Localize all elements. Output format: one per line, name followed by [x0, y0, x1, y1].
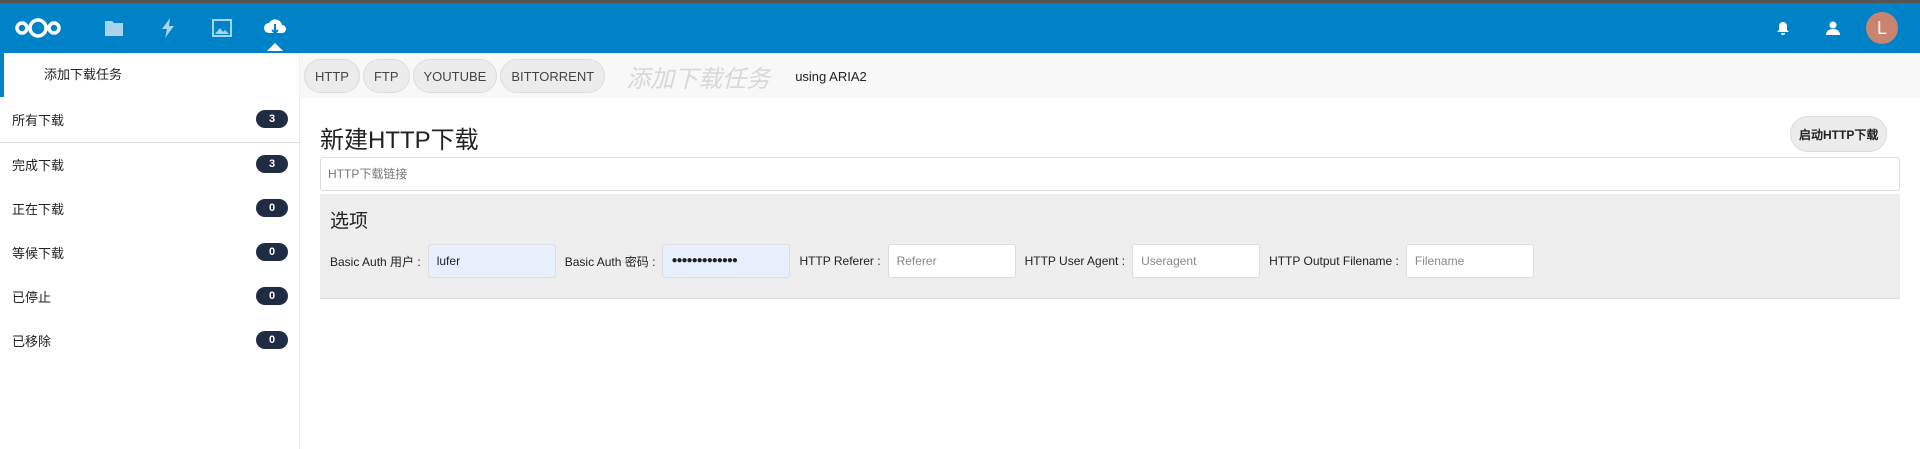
tab-bittorrent[interactable]: BITTORRENT — [500, 59, 606, 93]
nextcloud-logo[interactable] — [14, 16, 62, 40]
tab-watermark: 添加下载任务 — [626, 65, 771, 93]
divider — [0, 142, 300, 143]
sidebar-item-active[interactable]: 正在下载 0 — [0, 188, 300, 228]
sidebar-item-stopped[interactable]: 已停止 0 — [0, 276, 300, 316]
engine-label: using ARIA2 — [795, 69, 867, 84]
referer-input[interactable]: Referer — [887, 244, 1016, 278]
active-app-indicator — [267, 43, 283, 51]
activity-icon[interactable] — [156, 16, 180, 40]
sidebar-item-label: 所有下载 — [12, 112, 65, 128]
bell-icon[interactable] — [1771, 16, 1795, 40]
options-title: 选项 — [330, 211, 369, 232]
sidebar-item-label: 正在下载 — [12, 201, 65, 217]
sidebar-item-label: 完成下载 — [12, 157, 65, 173]
filename-label: HTTP Output Filename : — [1269, 254, 1399, 268]
files-icon[interactable] — [102, 16, 126, 40]
count-badge: 3 — [256, 110, 288, 128]
start-download-button[interactable]: 启动HTTP下载 — [1790, 116, 1888, 152]
avatar-letter: L — [1876, 17, 1887, 38]
auth-user-label: Basic Auth 用户 : — [330, 254, 421, 269]
download-type-tabs: HTTP FTP YOUTUBE BITTORRENT 添加下载任务 using… — [300, 54, 1920, 98]
contacts-icon[interactable] — [1821, 16, 1845, 40]
count-badge: 0 — [256, 287, 288, 305]
gallery-icon[interactable] — [210, 16, 234, 40]
count-badge: 3 — [256, 155, 288, 173]
referer-label: HTTP Referer : — [799, 254, 881, 268]
tab-youtube[interactable]: YOUTUBE — [412, 59, 498, 93]
count-badge: 0 — [256, 243, 288, 261]
auth-password-label: Basic Auth 密码 : — [564, 254, 656, 269]
count-badge: 0 — [256, 331, 288, 349]
engine-name: ARIA2 — [829, 68, 867, 84]
using-prefix: using — [795, 68, 830, 84]
useragent-label: HTTP User Agent : — [1024, 254, 1126, 268]
count-badge: 0 — [256, 199, 288, 217]
filename-input[interactable]: Filename — [1405, 244, 1534, 278]
download-cloud-icon[interactable] — [263, 16, 287, 40]
tab-ftp[interactable]: FTP — [362, 59, 410, 93]
sidebar-item-removed[interactable]: 已移除 0 — [0, 320, 300, 360]
url-input[interactable]: HTTP下载链接 — [320, 157, 1900, 191]
sidebar-item-label: 已移除 — [12, 333, 52, 349]
top-bar: L — [0, 3, 1920, 53]
sidebar-item-completed[interactable]: 完成下载 3 — [0, 144, 300, 184]
sidebar: 添加下载任务 所有下载 3 完成下载 3 正在下载 0 等候下载 0 已停止 0 已移除 0 — [0, 53, 300, 449]
page-title: 新建HTTP下载 — [320, 127, 479, 154]
auth-password-input[interactable]: ●●●●●●●●●●●●● — [662, 244, 791, 278]
add-task-item[interactable]: 添加下载任务 — [0, 53, 299, 97]
sidebar-item-waiting[interactable]: 等候下载 0 — [0, 232, 300, 272]
tab-http[interactable]: HTTP — [304, 59, 360, 93]
sidebar-item-all[interactable]: 所有下载 3 — [0, 99, 300, 139]
sidebar-item-label: 已停止 — [12, 289, 52, 305]
options-panel: 选项 Basic Auth 用户 : lufer Basic Auth 密码 :… — [320, 194, 1900, 299]
sidebar-item-label: 等候下载 — [12, 245, 65, 261]
useragent-input[interactable]: Useragent — [1132, 244, 1261, 278]
avatar[interactable]: L — [1866, 12, 1898, 44]
auth-user-input[interactable]: lufer — [427, 244, 556, 278]
